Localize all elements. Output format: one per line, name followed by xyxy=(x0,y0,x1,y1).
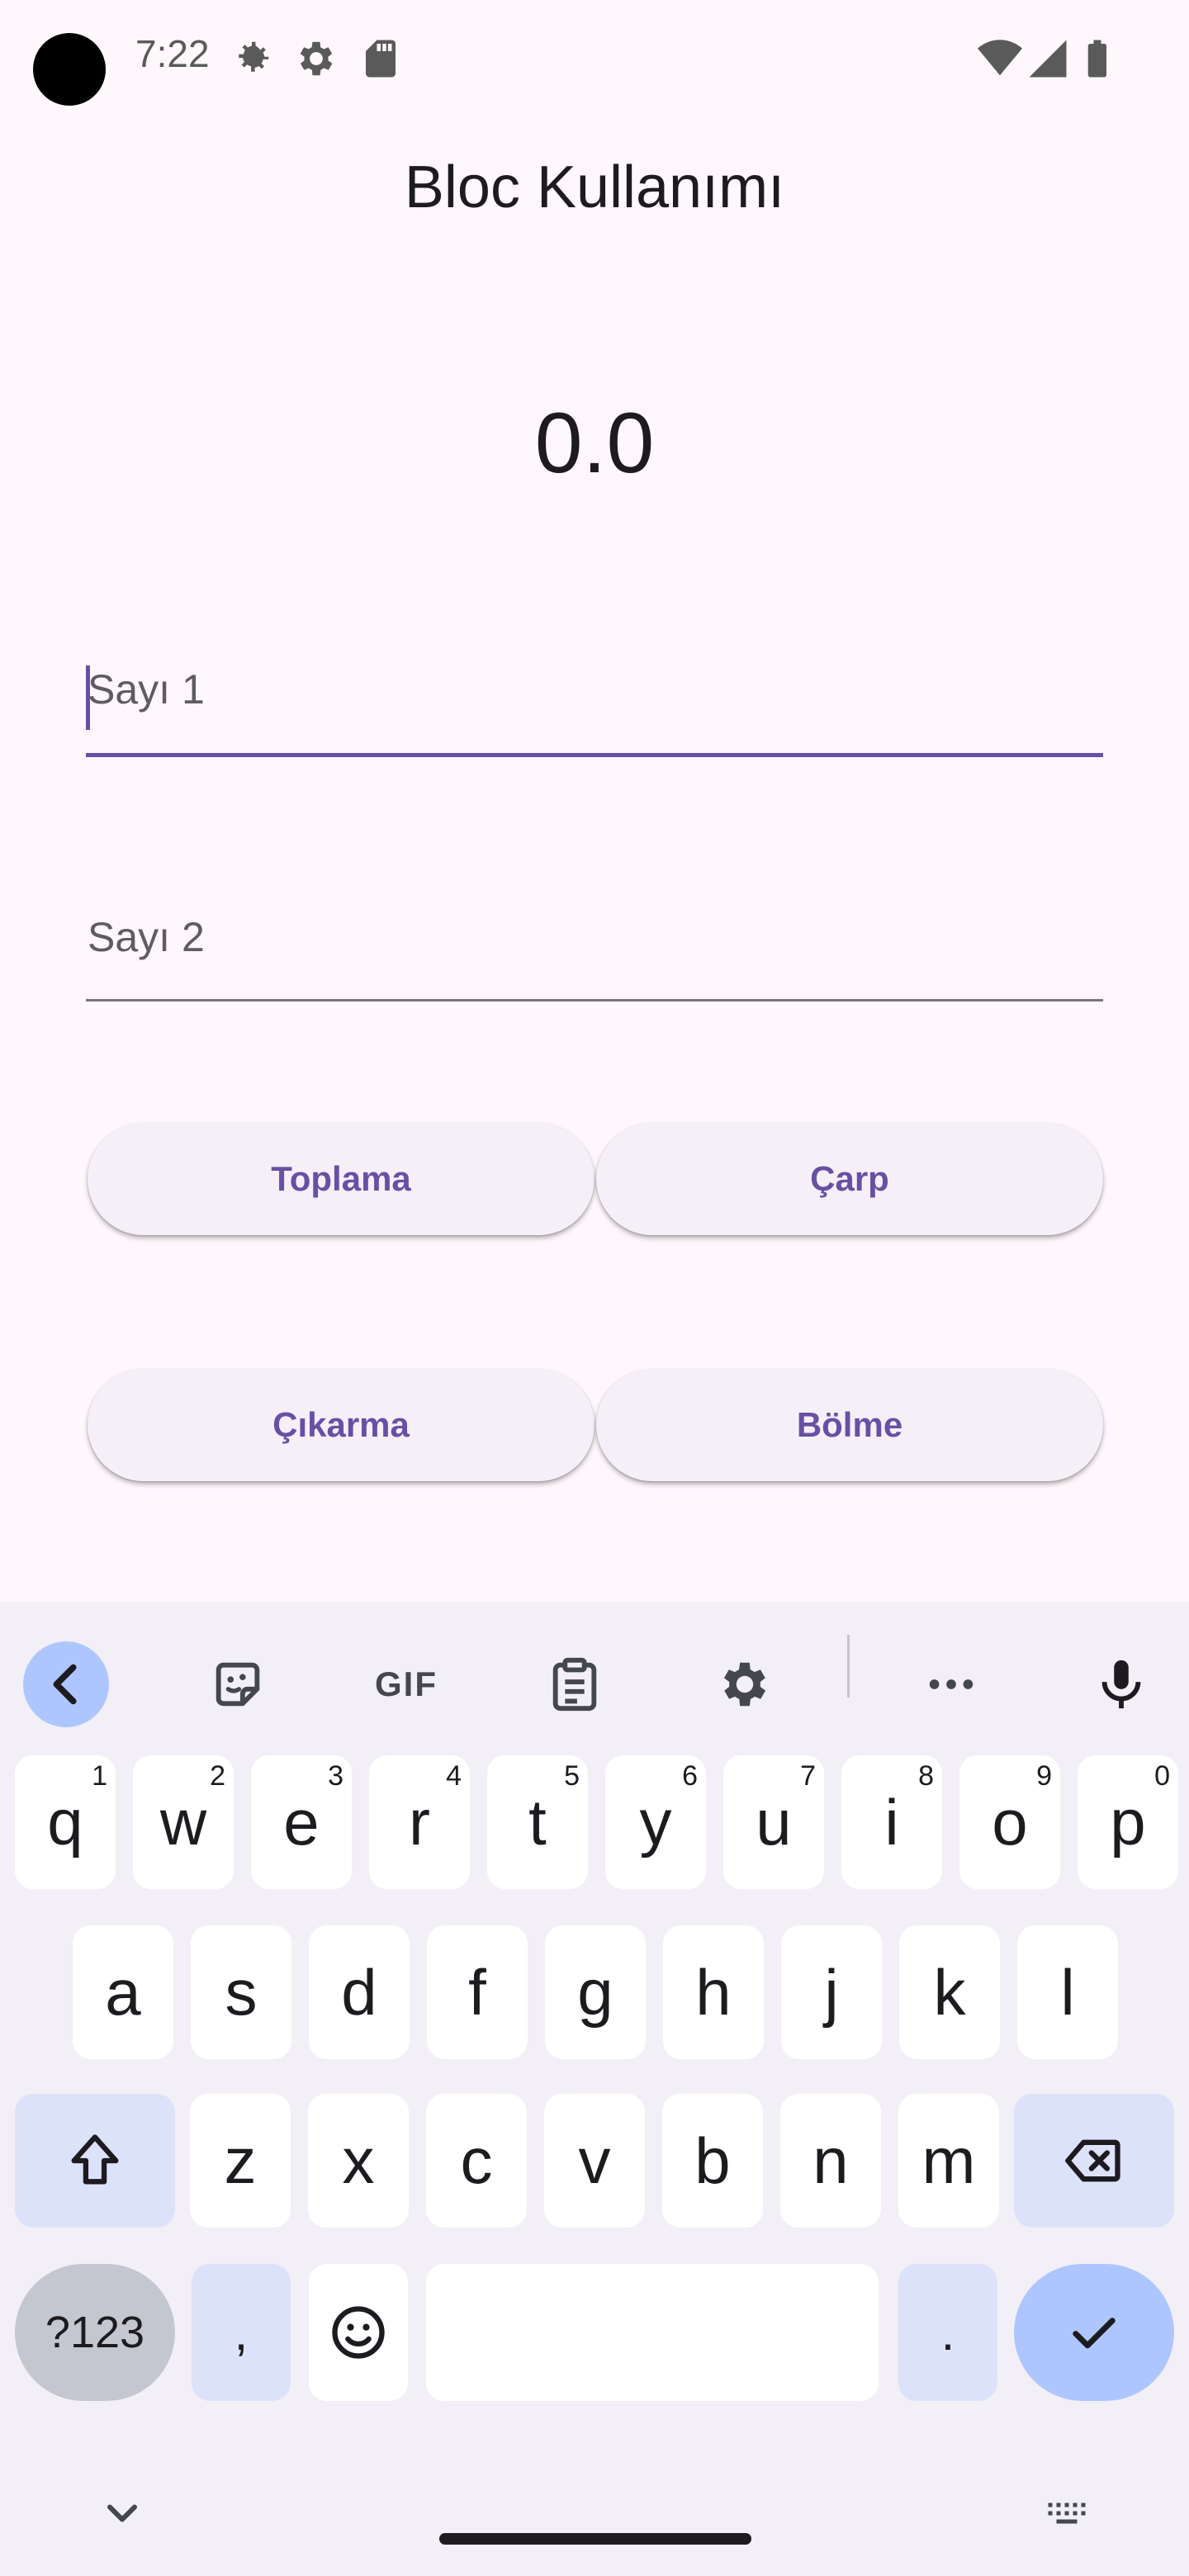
camera-cutout xyxy=(33,33,106,106)
enter-key[interactable] xyxy=(1014,2264,1174,2401)
status-time: 7:22 xyxy=(135,32,210,75)
settings-icon[interactable] xyxy=(702,1641,788,1727)
key-hint: 9 xyxy=(1036,1760,1052,1792)
status-bar: 7:22 xyxy=(0,0,1189,116)
key-label: u xyxy=(756,1785,792,1859)
number1-underline xyxy=(86,753,1103,757)
home-indicator[interactable] xyxy=(439,2533,751,2545)
key-h[interactable]: h xyxy=(663,1925,764,2059)
key-hint: 0 xyxy=(1154,1760,1170,1792)
key-hint: 5 xyxy=(564,1760,580,1792)
subtract-button[interactable]: Çıkarma xyxy=(88,1369,594,1481)
key-c[interactable]: c xyxy=(426,2094,527,2228)
key-hint: 2 xyxy=(210,1760,225,1792)
key-s[interactable]: s xyxy=(191,1925,291,2059)
key-q[interactable]: q1 xyxy=(15,1755,116,1889)
key-i[interactable]: i8 xyxy=(841,1755,942,1889)
back-chevron-icon[interactable] xyxy=(23,1641,109,1727)
result-display: 0.0 xyxy=(534,395,655,491)
number2-underline xyxy=(86,999,1103,1002)
settings-icon xyxy=(294,36,339,81)
number1-field[interactable]: Sayı 1 xyxy=(86,627,1103,757)
key-label: q xyxy=(47,1785,83,1859)
period-key[interactable]: . xyxy=(898,2264,997,2401)
comma-key[interactable]: , xyxy=(192,2264,291,2401)
key-u[interactable]: u7 xyxy=(723,1755,824,1889)
key-n[interactable]: n xyxy=(780,2094,881,2228)
key-y[interactable]: y6 xyxy=(605,1755,706,1889)
key-t[interactable]: t5 xyxy=(487,1755,588,1889)
number2-field[interactable]: Sayı 2 xyxy=(86,875,1103,1002)
key-d[interactable]: d xyxy=(309,1925,410,2059)
backspace-key[interactable] xyxy=(1014,2094,1174,2228)
hide-keyboard-icon[interactable] xyxy=(97,2488,147,2538)
key-m[interactable]: m xyxy=(898,2094,999,2228)
key-r[interactable]: r4 xyxy=(369,1755,470,1889)
toolbar-divider xyxy=(847,1635,850,1698)
key-g[interactable]: g xyxy=(545,1925,646,2059)
key-hint: 8 xyxy=(918,1760,934,1792)
key-f[interactable]: f xyxy=(427,1925,528,2059)
multiply-button[interactable]: Çarp xyxy=(596,1123,1103,1235)
gif-button[interactable]: GIF xyxy=(363,1641,449,1727)
wifi-icon xyxy=(978,36,1022,81)
key-hint: 1 xyxy=(92,1760,107,1792)
page-title: Bloc Kullanımı xyxy=(404,154,785,220)
key-hint: 6 xyxy=(682,1760,698,1792)
key-label: y xyxy=(639,1785,672,1859)
key-a[interactable]: a xyxy=(73,1925,173,2059)
key-o[interactable]: o9 xyxy=(959,1755,1060,1889)
keyboard-switch-icon[interactable] xyxy=(1042,2488,1092,2538)
sd-card-icon xyxy=(358,36,403,81)
key-label: o xyxy=(992,1785,1028,1859)
signal-icon xyxy=(1026,36,1070,81)
key-label: i xyxy=(884,1785,899,1859)
shift-key[interactable] xyxy=(15,2094,175,2228)
add-button[interactable]: Toplama xyxy=(88,1123,594,1235)
key-w[interactable]: w2 xyxy=(133,1755,234,1889)
symbols-key[interactable]: ?123 xyxy=(15,2264,175,2401)
key-x[interactable]: x xyxy=(308,2094,409,2228)
sticker-icon[interactable] xyxy=(195,1641,281,1727)
key-z[interactable]: z xyxy=(190,2094,291,2228)
key-v[interactable]: v xyxy=(544,2094,645,2228)
divide-button[interactable]: Bölme xyxy=(596,1369,1103,1481)
key-hint: 3 xyxy=(328,1760,343,1792)
key-hint: 7 xyxy=(800,1760,816,1792)
key-label: t xyxy=(528,1785,547,1859)
key-hint: 4 xyxy=(446,1760,462,1792)
number2-placeholder: Sayı 2 xyxy=(88,914,205,960)
mic-icon[interactable] xyxy=(1078,1641,1164,1727)
battery-icon xyxy=(1075,36,1120,81)
settings-gear-icon xyxy=(230,36,274,81)
clipboard-icon[interactable] xyxy=(532,1641,618,1727)
key-k[interactable]: k xyxy=(899,1925,1000,2059)
key-l[interactable]: l xyxy=(1017,1925,1118,2059)
key-label: p xyxy=(1110,1785,1146,1859)
space-key[interactable] xyxy=(426,2264,879,2401)
key-p[interactable]: p0 xyxy=(1078,1755,1178,1889)
key-label: w xyxy=(159,1785,207,1859)
key-j[interactable]: j xyxy=(781,1925,882,2059)
key-label: e xyxy=(283,1785,320,1859)
keyboard xyxy=(0,1602,1189,2576)
key-e[interactable]: e3 xyxy=(251,1755,352,1889)
more-icon[interactable] xyxy=(908,1641,994,1727)
key-b[interactable]: b xyxy=(662,2094,763,2228)
emoji-key[interactable] xyxy=(309,2264,408,2401)
number1-placeholder: Sayı 1 xyxy=(88,666,205,713)
key-label: r xyxy=(409,1785,430,1859)
